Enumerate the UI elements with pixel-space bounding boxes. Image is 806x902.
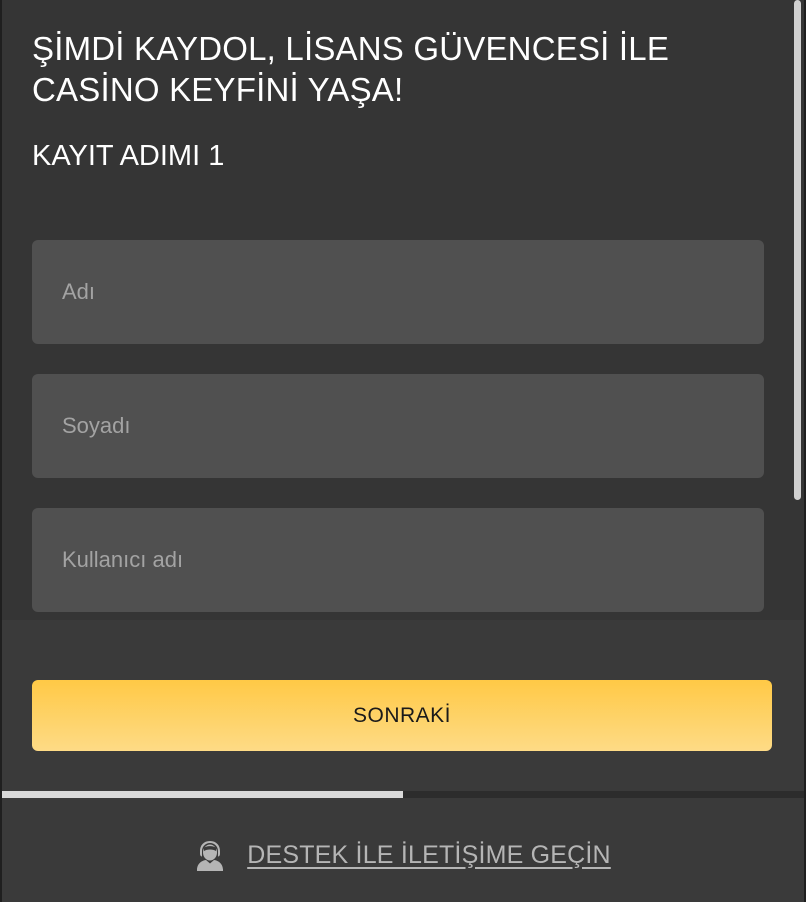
- step-label: KAYIT ADIMI 1: [32, 140, 225, 172]
- registration-modal: ŞİMDİ KAYDOL, LİSANS GÜVENCESİ İLE CASİN…: [2, 0, 804, 902]
- contact-support-label: DESTEK İLE İLETİŞİME GEÇİN: [247, 840, 611, 869]
- modal-footer: SONRAKİ DESTEK İLE İLETİŞİME GEÇİN: [2, 620, 804, 902]
- support-agent-icon: [195, 839, 225, 871]
- step-progress-bar: [2, 791, 804, 798]
- username-field[interactable]: [32, 508, 764, 612]
- first-name-field[interactable]: [32, 240, 764, 344]
- last-name-field[interactable]: [32, 374, 764, 478]
- scrollbar[interactable]: [792, 0, 802, 620]
- form-scroll-area[interactable]: ŞİMDİ KAYDOL, LİSANS GÜVENCESİ İLE CASİN…: [2, 0, 792, 620]
- next-button[interactable]: SONRAKİ: [32, 680, 772, 751]
- scrollbar-thumb[interactable]: [794, 0, 801, 500]
- contact-support-link[interactable]: DESTEK İLE İLETİŞİME GEÇİN: [2, 830, 804, 880]
- modal-title: ŞİMDİ KAYDOL, LİSANS GÜVENCESİ İLE CASİN…: [32, 30, 670, 108]
- step-progress-fill: [2, 791, 403, 798]
